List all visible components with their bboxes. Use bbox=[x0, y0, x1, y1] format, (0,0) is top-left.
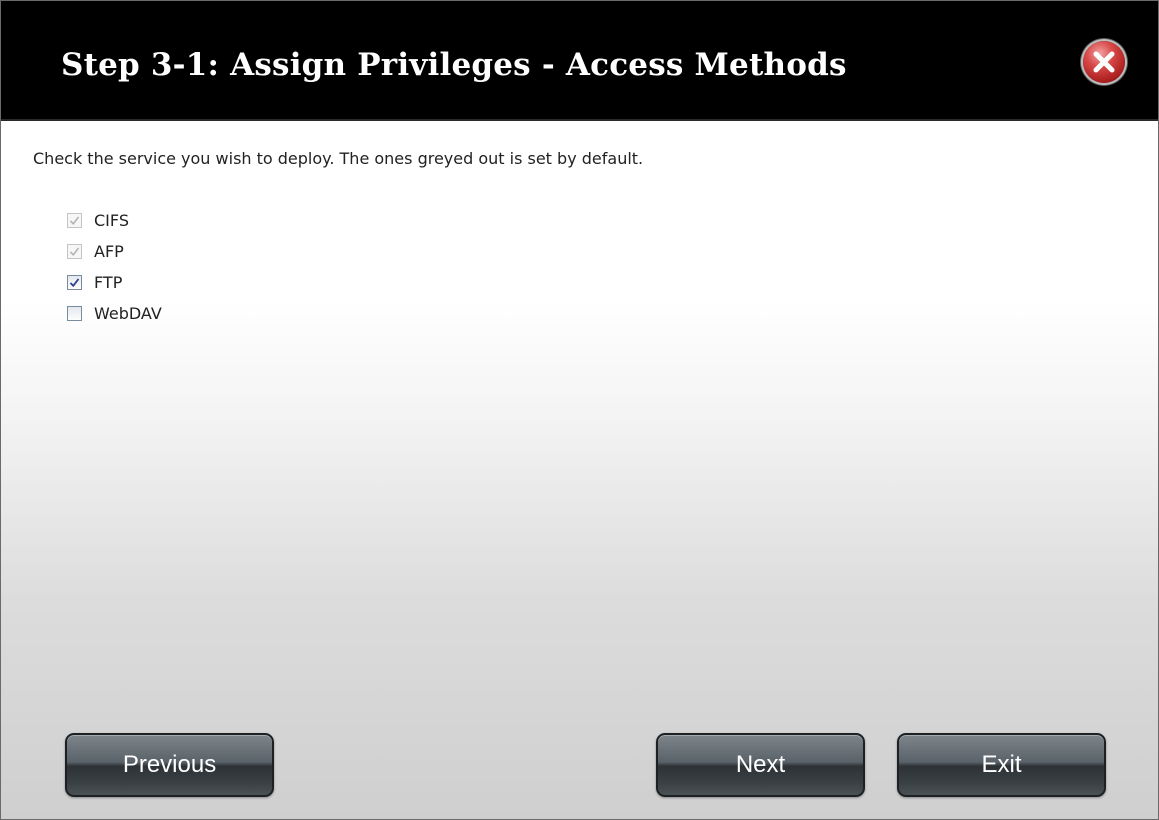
close-icon bbox=[1093, 51, 1115, 73]
service-afp: AFP bbox=[67, 236, 162, 267]
check-icon bbox=[69, 247, 80, 257]
previous-button[interactable]: Previous bbox=[65, 733, 274, 797]
service-list: CIFS AFP FTP WebDAV bbox=[67, 205, 162, 329]
wizard-dialog: Step 3-1: Assign Privileges - Access Met… bbox=[0, 0, 1159, 820]
exit-button[interactable]: Exit bbox=[897, 733, 1106, 797]
afp-checkbox[interactable] bbox=[67, 244, 82, 259]
service-webdav: WebDAV bbox=[67, 298, 162, 329]
afp-label: AFP bbox=[94, 242, 124, 261]
service-cifs: CIFS bbox=[67, 205, 162, 236]
check-icon bbox=[69, 278, 80, 288]
check-icon bbox=[69, 216, 80, 226]
webdav-label: WebDAV bbox=[94, 304, 162, 323]
close-button[interactable] bbox=[1083, 41, 1125, 83]
title-bar: Step 3-1: Assign Privileges - Access Met… bbox=[1, 1, 1158, 121]
cifs-checkbox[interactable] bbox=[67, 213, 82, 228]
service-ftp: FTP bbox=[67, 267, 162, 298]
webdav-checkbox[interactable] bbox=[67, 306, 82, 321]
instruction-text: Check the service you wish to deploy. Th… bbox=[33, 149, 644, 168]
next-button[interactable]: Next bbox=[656, 733, 865, 797]
ftp-label: FTP bbox=[94, 273, 123, 292]
cifs-label: CIFS bbox=[94, 211, 129, 230]
ftp-checkbox[interactable] bbox=[67, 275, 82, 290]
dialog-title: Step 3-1: Assign Privileges - Access Met… bbox=[61, 47, 847, 83]
